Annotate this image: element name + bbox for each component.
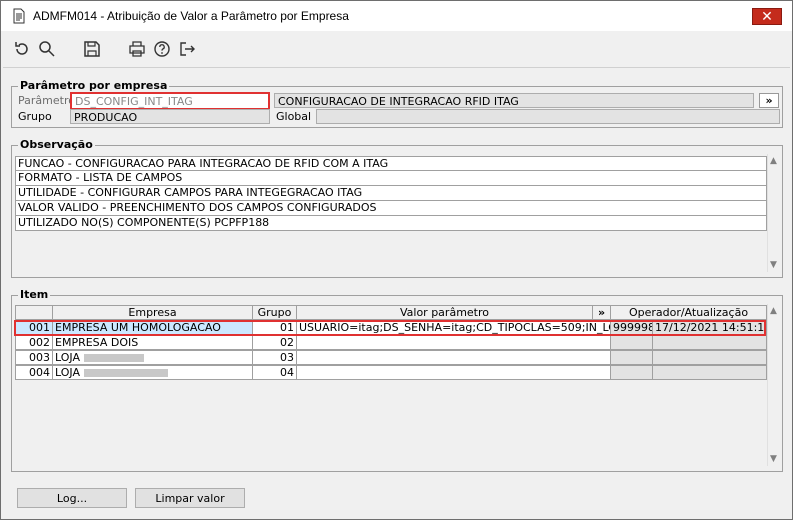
global-label: Global xyxy=(276,110,312,123)
item-group: Item Empresa Grupo Valor parâmetro » Ope… xyxy=(11,288,783,472)
observacao-group: Observação FUNCAO - CONFIGURACAO PARA IN… xyxy=(11,138,783,278)
exit-icon xyxy=(180,42,195,56)
search-icon xyxy=(39,41,55,57)
table-row[interactable]: 003 LOJA 03 xyxy=(15,350,767,365)
valor-expand-button[interactable]: » xyxy=(593,305,611,320)
global-field[interactable] xyxy=(316,109,780,124)
row-grupo: 02 xyxy=(253,335,297,350)
scroll-up-icon[interactable]: ▲ xyxy=(770,156,777,166)
print-button[interactable] xyxy=(126,39,148,59)
exit-button[interactable] xyxy=(176,39,198,59)
parametro-label: Parâmetro xyxy=(18,94,75,107)
row-empresa: EMPRESA DOIS xyxy=(53,335,253,350)
app-window: ADMFM014 - Atribuição de Valor a Parâmet… xyxy=(0,0,793,520)
table-row[interactable]: 004 LOJA 04 xyxy=(15,365,767,380)
row-empresa: EMPRESA UM HOMOLOGACAO xyxy=(53,320,253,335)
item-grid: Empresa Grupo Valor parâmetro » Operador… xyxy=(14,305,767,380)
toolbar xyxy=(11,39,201,59)
parameter-group-legend: Parâmetro por empresa xyxy=(18,79,170,92)
grupo-field[interactable]: PRODUCAO xyxy=(70,109,270,124)
item-scrollbar[interactable]: ▲ ▼ xyxy=(767,304,781,466)
row-code: 004 xyxy=(15,365,53,380)
print-icon xyxy=(129,41,145,57)
parametro-input[interactable]: DS_CONFIG_INT_ITAG xyxy=(70,92,270,110)
row-valor[interactable]: USUARIO=itag;DS_SENHA=itag;CD_TIPOCLAS=5… xyxy=(297,320,611,335)
table-row[interactable]: 001 EMPRESA UM HOMOLOGACAO 01 USUARIO=it… xyxy=(15,320,767,335)
row-data xyxy=(653,365,767,380)
table-row[interactable]: 002 EMPRESA DOIS 02 xyxy=(15,335,767,350)
toolbar-divider xyxy=(3,67,790,68)
row-data: 17/12/2021 14:51:16 xyxy=(653,320,767,335)
limpar-valor-button[interactable]: Limpar valor xyxy=(135,488,245,508)
observacao-line: FORMATO - LISTA DE CAMPOS xyxy=(15,171,767,186)
row-operador xyxy=(611,350,653,365)
document-icon xyxy=(13,8,25,24)
observacao-line: FUNCAO - CONFIGURACAO PARA INTEGRACAO DE… xyxy=(15,156,767,171)
parameter-group: Parâmetro por empresa Parâmetro DS_CONFI… xyxy=(11,79,783,128)
row-empresa-cell: LOJA xyxy=(53,365,253,380)
search-button[interactable] xyxy=(36,39,58,59)
item-legend: Item xyxy=(18,288,51,301)
redacted-name xyxy=(83,369,168,377)
observacao-line: UTILIZADO NO(S) COMPONENTE(S) PCPFP188 xyxy=(15,216,767,231)
title-bar: ADMFM014 - Atribuição de Valor a Parâmet… xyxy=(1,1,792,31)
row-valor[interactable] xyxy=(297,350,611,365)
row-operador: 999998 xyxy=(611,320,653,335)
header-code xyxy=(15,305,53,320)
scroll-up-icon[interactable]: ▲ xyxy=(770,306,777,316)
undo-button[interactable] xyxy=(11,39,33,59)
close-icon: ✕ xyxy=(761,8,773,25)
row-grupo: 04 xyxy=(253,365,297,380)
scroll-down-icon[interactable]: ▼ xyxy=(770,260,777,270)
row-operador xyxy=(611,365,653,380)
observacao-line: VALOR VALIDO - PREENCHIMENTO DOS CAMPOS … xyxy=(15,201,767,216)
parametro-description: CONFIGURACAO DE INTEGRACAO RFID ITAG xyxy=(274,93,754,108)
redacted-name xyxy=(83,354,144,362)
row-empresa: LOJA xyxy=(55,351,80,364)
row-grupo: 03 xyxy=(253,350,297,365)
observacao-legend: Observação xyxy=(18,138,95,151)
row-code: 002 xyxy=(15,335,53,350)
row-valor[interactable] xyxy=(297,365,611,380)
undo-icon xyxy=(15,42,28,55)
save-button[interactable] xyxy=(81,39,103,59)
log-button[interactable]: Log... xyxy=(17,488,127,508)
grid-header-row: Empresa Grupo Valor parâmetro » Operador… xyxy=(15,305,767,320)
help-button[interactable] xyxy=(151,39,173,59)
grupo-label: Grupo xyxy=(18,110,52,123)
row-valor[interactable] xyxy=(297,335,611,350)
save-icon xyxy=(84,41,100,57)
header-operador[interactable]: Operador/Atualização xyxy=(611,305,767,320)
help-icon xyxy=(154,41,170,57)
row-code: 001 xyxy=(15,320,53,335)
row-empresa: LOJA xyxy=(55,366,80,379)
close-button[interactable]: ✕ xyxy=(752,8,782,25)
row-data xyxy=(653,335,767,350)
row-data xyxy=(653,350,767,365)
scroll-down-icon[interactable]: ▼ xyxy=(770,454,777,464)
row-code: 003 xyxy=(15,350,53,365)
observacao-list: FUNCAO - CONFIGURACAO PARA INTEGRACAO DE… xyxy=(15,156,767,276)
window-title: ADMFM014 - Atribuição de Valor a Parâmet… xyxy=(33,9,349,23)
observacao-line: UTILIDADE - CONFIGURAR CAMPOS PARA INTEG… xyxy=(15,186,767,201)
double-chevron-icon: » xyxy=(765,94,773,107)
header-valor[interactable]: Valor parâmetro xyxy=(297,305,593,320)
row-empresa-cell: LOJA xyxy=(53,350,253,365)
row-grupo: 01 xyxy=(253,320,297,335)
header-grupo[interactable]: Grupo xyxy=(253,305,297,320)
parametro-lookup-button[interactable]: » xyxy=(759,93,779,108)
observacao-scrollbar[interactable]: ▲ ▼ xyxy=(767,154,781,272)
header-empresa[interactable]: Empresa xyxy=(53,305,253,320)
row-operador xyxy=(611,335,653,350)
